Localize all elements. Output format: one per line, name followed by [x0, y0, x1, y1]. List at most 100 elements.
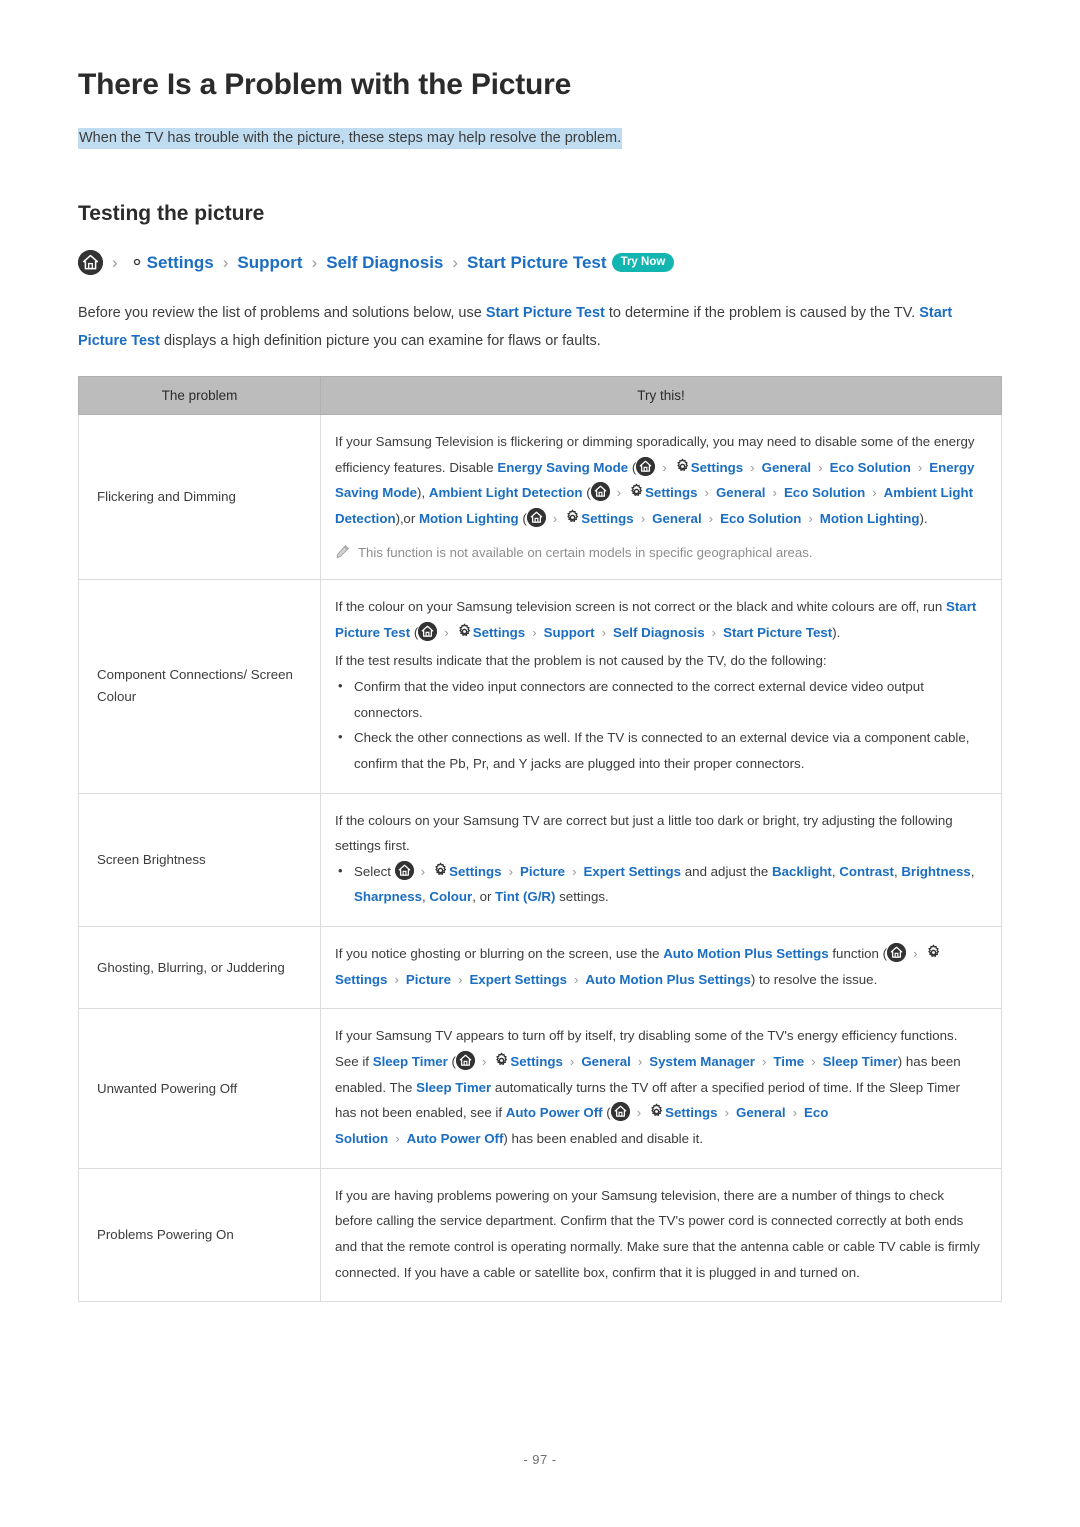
pencil-icon: [335, 544, 350, 559]
breadcrumb-item-settings[interactable]: Settings: [147, 254, 214, 271]
link-picture[interactable]: Picture: [406, 972, 451, 987]
link-sharpness[interactable]: Sharpness: [354, 889, 422, 904]
page-subtitle-text: When the TV has trouble with the picture…: [78, 128, 623, 149]
link-general[interactable]: General: [652, 511, 702, 526]
separator: ›: [444, 624, 449, 640]
gear-icon[interactable]: [674, 458, 691, 475]
t: ,: [970, 863, 975, 879]
link-eco-solution[interactable]: Eco Solution: [830, 460, 911, 475]
home-icon[interactable]: [887, 943, 907, 963]
breadcrumb-item-self-diagnosis[interactable]: Self Diagnosis: [326, 254, 443, 271]
separator: ›: [481, 1054, 487, 1070]
t: If the colour on your Samsung television…: [335, 598, 946, 614]
link-system-manager[interactable]: System Manager: [649, 1054, 755, 1069]
link-colour[interactable]: Colour: [429, 889, 472, 904]
breadcrumb-item-support[interactable]: Support: [237, 254, 302, 271]
link-contrast[interactable]: Contrast: [839, 864, 894, 879]
link-eco-solution[interactable]: Eco Solution: [720, 511, 801, 526]
home-icon[interactable]: [610, 1102, 630, 1122]
t: ).: [919, 511, 928, 527]
link-sleep-timer[interactable]: Sleep Timer: [373, 1054, 448, 1069]
link-brightness[interactable]: Brightness: [901, 864, 970, 879]
link-settings[interactable]: Settings: [473, 625, 525, 640]
link-eco-solution[interactable]: Eco Solution: [784, 485, 865, 500]
solution-bullet-list: Confirm that the video input connectors …: [335, 673, 983, 777]
link-energy-saving-mode[interactable]: Energy Saving Mode: [497, 460, 628, 475]
link-general[interactable]: General: [716, 485, 766, 500]
link-settings[interactable]: Settings: [581, 511, 633, 526]
link-sleep-timer-2[interactable]: Sleep Timer: [823, 1054, 898, 1069]
solution-ghosting: If you notice ghosting or blurring on th…: [320, 926, 1002, 1010]
link-support[interactable]: Support: [544, 625, 595, 640]
link-settings[interactable]: Settings: [691, 460, 743, 475]
link-self-diagnosis[interactable]: Self Diagnosis: [613, 625, 705, 640]
t: (: [628, 459, 637, 475]
gear-icon[interactable]: [925, 944, 942, 961]
home-icon[interactable]: [78, 249, 103, 275]
link-settings[interactable]: Settings: [335, 972, 387, 987]
separator: ›: [395, 1131, 400, 1147]
breadcrumb-item-start-picture-test[interactable]: Start Picture Test: [467, 254, 607, 271]
home-icon[interactable]: [526, 508, 546, 528]
t: (: [518, 511, 527, 527]
separator: ›: [573, 971, 579, 987]
link-auto-power-off-2[interactable]: Auto Power Off: [407, 1131, 504, 1146]
home-icon[interactable]: [636, 456, 656, 476]
t: function (: [828, 946, 888, 962]
link-motion-lighting-2[interactable]: Motion Lighting: [820, 511, 920, 526]
solution-flickering: If your Samsung Television is flickering…: [320, 414, 1002, 580]
link-motion-lighting[interactable]: Motion Lighting: [419, 511, 519, 526]
separator: ›: [750, 459, 755, 475]
table-row: Problems Powering On If you are having p…: [78, 1167, 1002, 1303]
solution-text-2: If the test results indicate that the pr…: [335, 653, 827, 669]
gear-icon[interactable]: [127, 252, 147, 272]
gear-icon[interactable]: [493, 1052, 510, 1069]
gear-icon[interactable]: [648, 1103, 665, 1120]
link-picture[interactable]: Picture: [520, 864, 565, 879]
table-header-problem: The problem: [78, 376, 321, 416]
link-settings[interactable]: Settings: [449, 864, 501, 879]
link-auto-power-off[interactable]: Auto Power Off: [506, 1105, 603, 1120]
link-sleep-timer-3[interactable]: Sleep Timer: [416, 1080, 491, 1095]
solution-text: If your Samsung TV appears to turn off b…: [335, 1023, 983, 1151]
link-auto-motion-plus-2[interactable]: Auto Motion Plus Settings: [585, 972, 750, 987]
breadcrumb-separator: ›: [311, 252, 318, 272]
table-row: Unwanted Powering Off If your Samsung TV…: [78, 1008, 1002, 1169]
home-icon[interactable]: [455, 1051, 475, 1071]
separator: ›: [569, 1054, 575, 1070]
list-item: Select › Settings › Picture › Expert Settings…: [335, 858, 983, 910]
link-ambient-light-detection[interactable]: Ambient Light Detection: [429, 485, 583, 500]
link-general[interactable]: General: [736, 1105, 786, 1120]
table-row: Ghosting, Blurring, or Juddering If you …: [78, 926, 1002, 1010]
t: (: [582, 485, 591, 501]
gear-icon[interactable]: [432, 862, 449, 879]
link-settings[interactable]: Settings: [665, 1105, 717, 1120]
gear-icon[interactable]: [628, 483, 645, 500]
home-icon[interactable]: [394, 860, 414, 880]
link-general[interactable]: General: [762, 460, 812, 475]
gear-icon[interactable]: [456, 623, 473, 640]
t: (: [410, 624, 419, 640]
table-row: Screen Brightness If the colours on your…: [78, 792, 1002, 928]
home-icon[interactable]: [418, 621, 438, 641]
separator: ›: [420, 863, 426, 879]
intro-text-1: Before you review the list of problems a…: [78, 304, 486, 321]
link-start-picture-test-2[interactable]: Start Picture Test: [723, 625, 832, 640]
link-backlight[interactable]: Backlight: [772, 864, 832, 879]
link-general[interactable]: General: [581, 1054, 631, 1069]
home-icon[interactable]: [590, 482, 610, 502]
separator: ›: [458, 971, 463, 987]
link-tint[interactable]: Tint (G/R): [495, 889, 555, 904]
t: Select: [354, 863, 395, 879]
link-settings[interactable]: Settings: [645, 485, 697, 500]
separator: ›: [601, 624, 607, 640]
link-expert-settings[interactable]: Expert Settings: [469, 972, 567, 987]
try-now-badge[interactable]: Try Now: [611, 252, 675, 272]
link-settings[interactable]: Settings: [510, 1054, 562, 1069]
t: (: [602, 1105, 611, 1121]
link-expert-settings[interactable]: Expert Settings: [584, 864, 682, 879]
link-auto-motion-plus[interactable]: Auto Motion Plus Settings: [663, 946, 828, 961]
intro-link-start-picture-test[interactable]: Start Picture Test: [486, 305, 605, 321]
gear-icon[interactable]: [564, 509, 581, 526]
link-time[interactable]: Time: [773, 1054, 804, 1069]
